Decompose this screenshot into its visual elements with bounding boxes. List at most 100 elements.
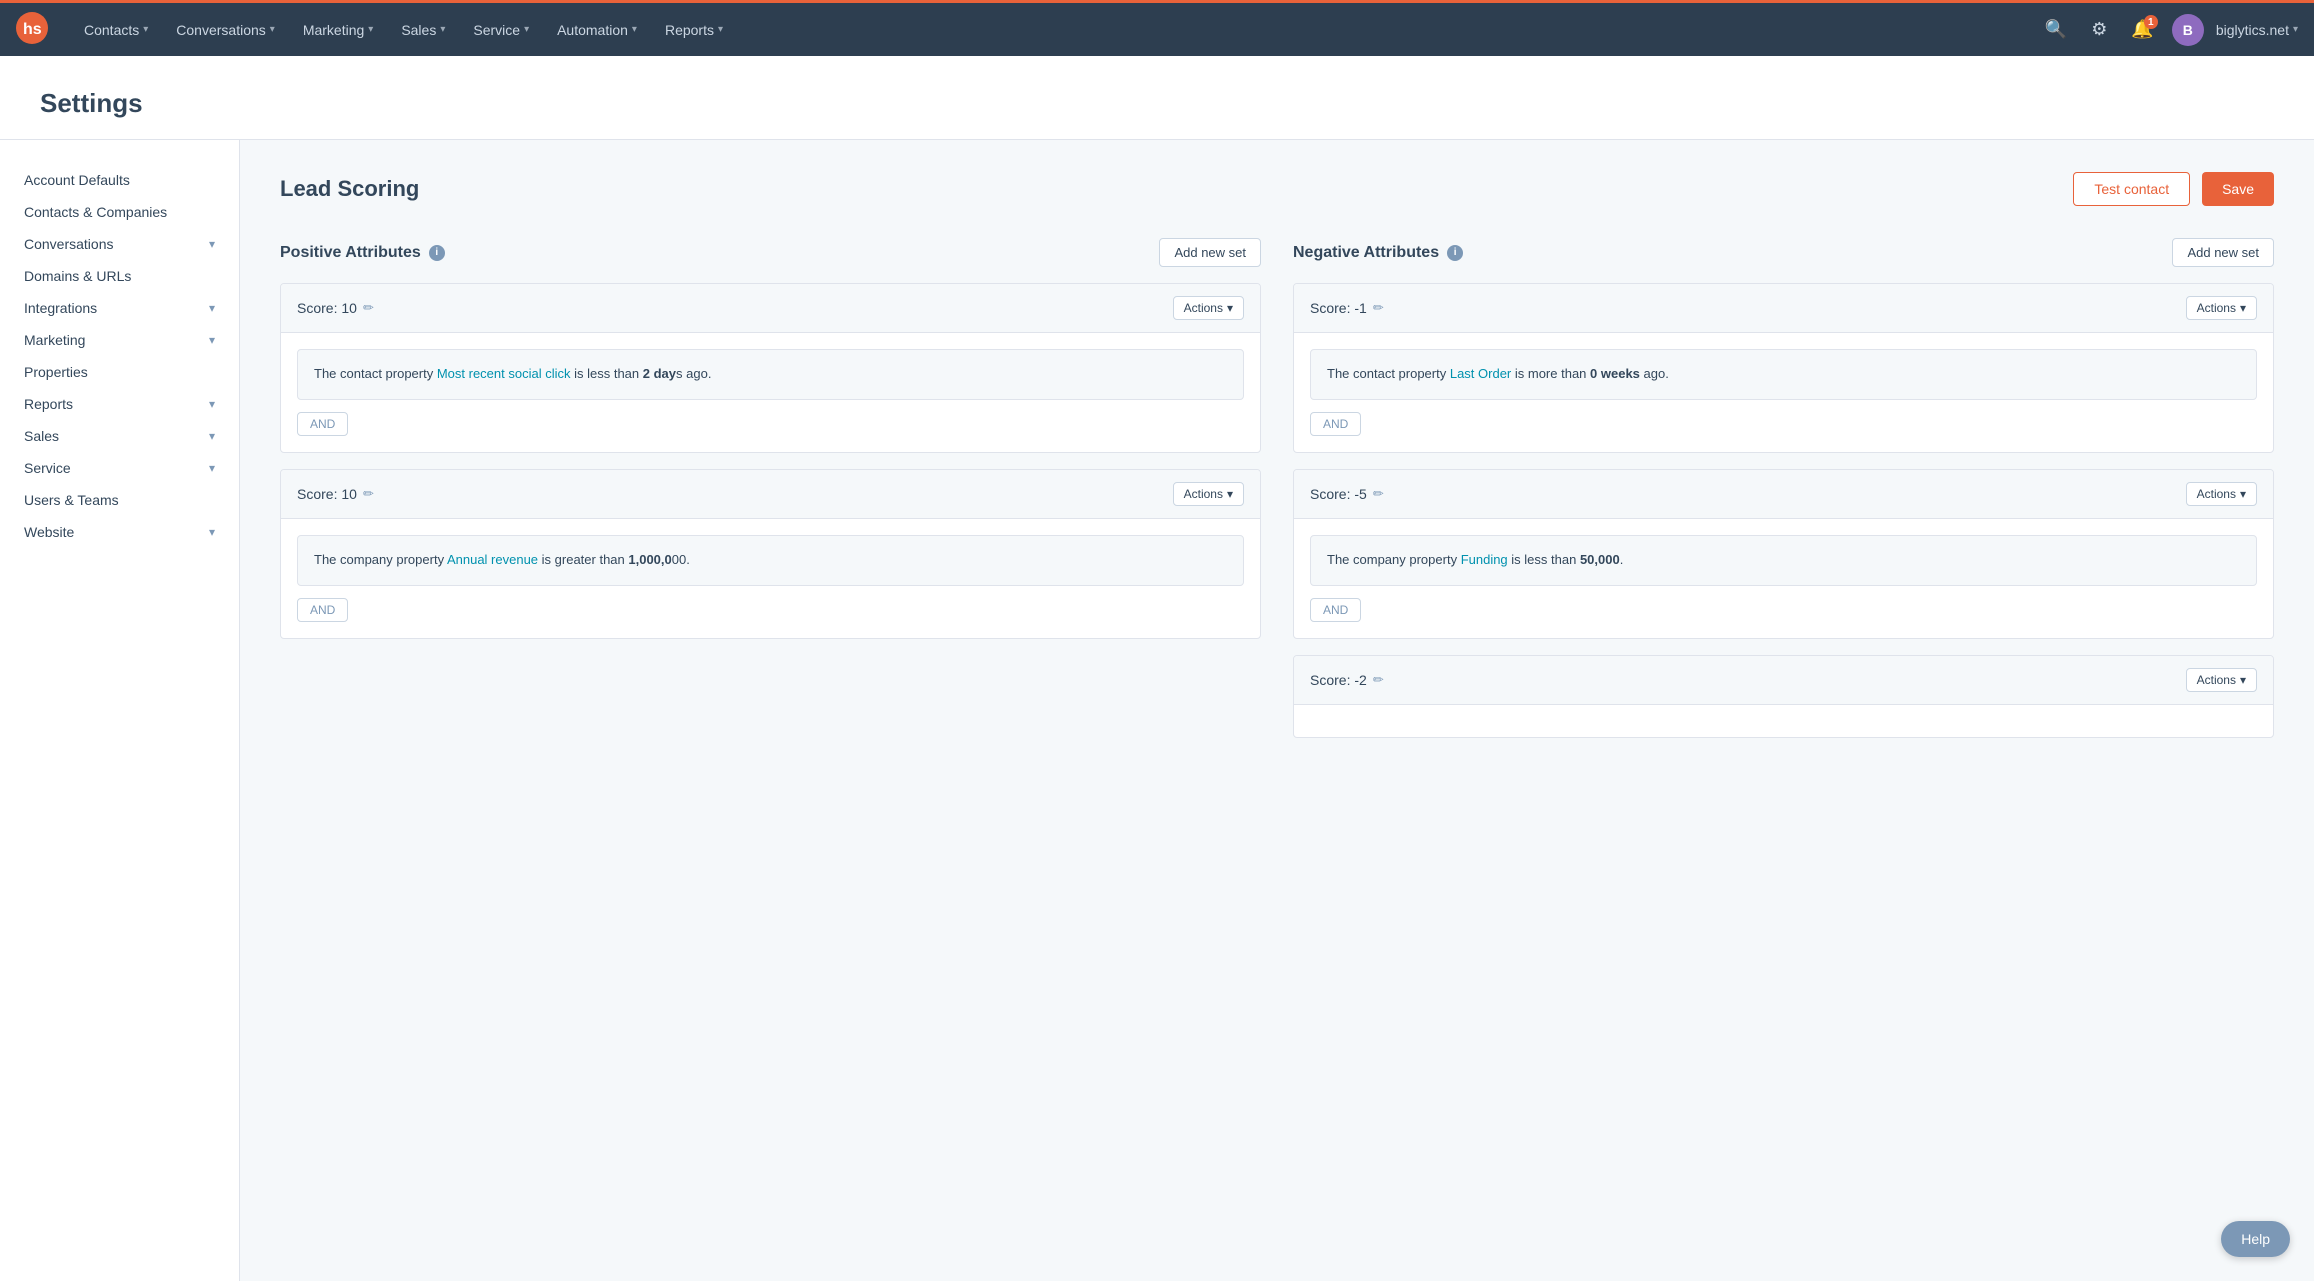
positive-attributes-header: Positive Attributes i Add new set [280,238,1261,267]
neg-actions-2-chevron-icon: ▾ [2240,487,2246,501]
positive-score-1-edit-icon[interactable]: ✏ [363,300,374,316]
nav-sales[interactable]: Sales ▾ [389,14,457,46]
negative-score-card-2-body: The company property Funding is less tha… [1294,519,2273,638]
sidebar-item-sales[interactable]: Sales ▾ [0,420,239,452]
sidebar: Account Defaults Contacts & Companies Co… [0,140,240,1281]
contacts-chevron-icon: ▾ [143,24,148,35]
sidebar-item-domains-urls[interactable]: Domains & URLs [0,260,239,292]
negative-score-1-edit-icon[interactable]: ✏ [1373,300,1384,316]
annual-revenue-link[interactable]: Annual revenue [447,552,538,567]
domain-selector[interactable]: biglytics.net ▾ [2216,22,2298,38]
search-button[interactable]: 🔍 [2039,13,2073,46]
nav-items: Contacts ▾ Conversations ▾ Marketing ▾ S… [72,14,2039,46]
positive-and-1-button[interactable]: AND [297,412,348,436]
positive-score-2-label: Score: 10 ✏ [297,486,374,502]
neg-actions-1-chevron-icon: ▾ [2240,301,2246,315]
positive-add-new-set-button[interactable]: Add new set [1159,238,1261,267]
negative-score-3-actions-button[interactable]: Actions ▾ [2186,668,2257,692]
gear-icon: ⚙ [2091,19,2107,40]
sidebar-item-users-teams[interactable]: Users & Teams [0,484,239,516]
sidebar-item-integrations[interactable]: Integrations ▾ [0,292,239,324]
conversations-chevron-icon: ▾ [270,24,275,35]
last-order-link[interactable]: Last Order [1450,366,1511,381]
top-navigation: hs Contacts ▾ Conversations ▾ Marketing … [0,0,2314,56]
positive-rule-2-value: 1,000,0 [628,552,671,567]
reports-chevron-icon: ▾ [718,24,723,35]
positive-rule-1: The contact property Most recent social … [297,349,1244,400]
negative-attributes-title: Negative Attributes i [1293,244,1463,262]
sidebar-item-account-defaults[interactable]: Account Defaults [0,164,239,196]
actions-2-chevron-icon: ▾ [1227,487,1233,501]
positive-score-2-actions-button[interactable]: Actions ▾ [1173,482,1244,506]
negative-score-2-actions-button[interactable]: Actions ▾ [2186,482,2257,506]
negative-and-2-button[interactable]: AND [1310,598,1361,622]
nav-service[interactable]: Service ▾ [461,14,541,46]
sidebar-item-properties[interactable]: Properties [0,356,239,388]
nav-conversations[interactable]: Conversations ▾ [164,14,287,46]
website-expand-icon: ▾ [209,525,215,539]
negative-attributes-column: Negative Attributes i Add new set Score:… [1293,238,2274,754]
automation-chevron-icon: ▾ [632,24,637,35]
negative-score-1-actions-button[interactable]: Actions ▾ [2186,296,2257,320]
negative-score-2-edit-icon[interactable]: ✏ [1373,486,1384,502]
sidebar-item-service[interactable]: Service ▾ [0,452,239,484]
domain-chevron-icon: ▾ [2293,24,2298,35]
negative-score-card-3-header: Score: -2 ✏ Actions ▾ [1294,656,2273,705]
sidebar-item-conversations[interactable]: Conversations ▾ [0,228,239,260]
positive-rule-2-text: The company property Annual revenue is g… [314,550,1227,571]
hubspot-logo[interactable]: hs [16,12,48,47]
negative-rule-1-text: The contact property Last Order is more … [1327,364,2240,385]
nav-contacts[interactable]: Contacts ▾ [72,14,160,46]
main-layout: Account Defaults Contacts & Companies Co… [0,140,2314,1281]
positive-attributes-column: Positive Attributes i Add new set Score:… [280,238,1261,754]
positive-score-1-actions-button[interactable]: Actions ▾ [1173,296,1244,320]
positive-score-card-2-body: The company property Annual revenue is g… [281,519,1260,638]
nav-reports[interactable]: Reports ▾ [653,14,735,46]
help-button[interactable]: Help [2221,1221,2290,1257]
service-expand-icon: ▾ [209,461,215,475]
negative-score-card-3: Score: -2 ✏ Actions ▾ [1293,655,2274,738]
avatar[interactable]: B [2172,14,2204,46]
positive-score-card-1-body: The contact property Most recent social … [281,333,1260,452]
negative-info-icon[interactable]: i [1447,245,1463,261]
save-button[interactable]: Save [2202,172,2274,206]
search-icon: 🔍 [2045,19,2067,40]
negative-score-2-label: Score: -5 ✏ [1310,486,1384,502]
negative-score-3-label: Score: -2 ✏ [1310,672,1384,688]
most-recent-social-click-link[interactable]: Most recent social click [437,366,571,381]
positive-score-card-1-header: Score: 10 ✏ Actions ▾ [281,284,1260,333]
negative-score-card-1-header: Score: -1 ✏ Actions ▾ [1294,284,2273,333]
positive-attributes-title: Positive Attributes i [280,244,445,262]
positive-info-icon[interactable]: i [429,245,445,261]
funding-link[interactable]: Funding [1461,552,1508,567]
nav-marketing[interactable]: Marketing ▾ [291,14,386,46]
lead-scoring-title: Lead Scoring [280,176,419,202]
main-content: Lead Scoring Test contact Save Positive … [240,140,2314,1281]
positive-score-card-2-header: Score: 10 ✏ Actions ▾ [281,470,1260,519]
svg-text:hs: hs [23,21,42,38]
page-wrapper: Settings Account Defaults Contacts & Com… [0,56,2314,1281]
page-header: Settings [0,56,2314,140]
lead-scoring-header: Lead Scoring Test contact Save [280,172,2274,206]
positive-score-2-edit-icon[interactable]: ✏ [363,486,374,502]
negative-score-3-edit-icon[interactable]: ✏ [1373,672,1384,688]
sales-expand-icon: ▾ [209,429,215,443]
sidebar-item-marketing[interactable]: Marketing ▾ [0,324,239,356]
positive-and-2-button[interactable]: AND [297,598,348,622]
settings-button[interactable]: ⚙ [2085,13,2113,46]
actions-chevron-icon: ▾ [1227,301,1233,315]
notifications-area: 🔔 1 [2125,13,2159,46]
negative-add-new-set-button[interactable]: Add new set [2172,238,2274,267]
sidebar-item-website[interactable]: Website ▾ [0,516,239,548]
test-contact-button[interactable]: Test contact [2073,172,2190,206]
positive-score-1-label: Score: 10 ✏ [297,300,374,316]
nav-actions: 🔍 ⚙ 🔔 1 B biglytics.net ▾ [2039,13,2298,46]
sidebar-item-reports[interactable]: Reports ▾ [0,388,239,420]
negative-and-1-button[interactable]: AND [1310,412,1361,436]
negative-score-card-3-body [1294,705,2273,737]
reports-expand-icon: ▾ [209,397,215,411]
sidebar-item-contacts-companies[interactable]: Contacts & Companies [0,196,239,228]
nav-automation[interactable]: Automation ▾ [545,14,649,46]
negative-score-card-2: Score: -5 ✏ Actions ▾ The compa [1293,469,2274,639]
negative-score-card-2-header: Score: -5 ✏ Actions ▾ [1294,470,2273,519]
